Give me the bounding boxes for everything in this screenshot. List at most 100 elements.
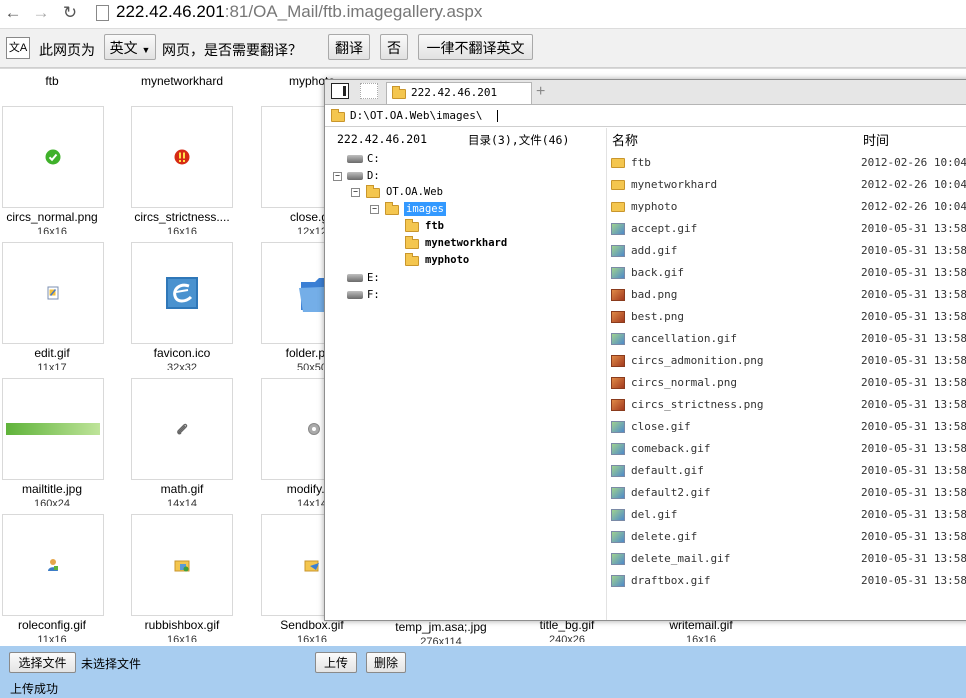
path-bar[interactable]: D:\OT.OA.Web\images\	[325, 106, 966, 127]
file-time: 2010-05-31 13:58:0	[861, 508, 966, 521]
gallery-label[interactable]: roleconfig.gif	[0, 618, 117, 632]
gallery-thumb[interactable]	[131, 514, 233, 616]
gallery-label[interactable]: rubbishbox.gif	[117, 618, 247, 632]
file-row[interactable]: ftb 2012-02-26 10:04:3	[610, 152, 966, 174]
file-row[interactable]: back.gif 2010-05-31 13:58:0	[610, 262, 966, 284]
file-name: mynetworkhard	[631, 178, 718, 191]
image-file-icon	[611, 223, 625, 235]
choose-file-button[interactable]: 选择文件	[9, 652, 76, 673]
file-row[interactable]: add.gif 2010-05-31 13:58:0	[610, 240, 966, 262]
gallery-thumb[interactable]	[2, 242, 104, 344]
gallery-thumb[interactable]	[2, 106, 104, 208]
file-row[interactable]: bad.png 2010-05-31 13:58:0	[610, 284, 966, 306]
tree-node-mynetworkhard[interactable]: mynetworkhard	[405, 235, 535, 251]
file-row[interactable]: close.gif 2010-05-31 13:58:0	[610, 416, 966, 438]
collapse-toggle-icon[interactable]: −	[351, 188, 360, 197]
tree-node-myphoto[interactable]: myphoto	[405, 252, 515, 268]
collapse-toggle-icon[interactable]: −	[370, 205, 379, 214]
column-header-time[interactable]: 时间	[863, 130, 889, 149]
language-select[interactable]: 英文 ▼	[104, 34, 156, 60]
upload-button[interactable]: 上传	[315, 652, 357, 673]
no-button[interactable]: 否	[380, 34, 408, 60]
file-row[interactable]: circs_strictness.png 2010-05-31 13:58:0	[610, 394, 966, 416]
gallery-label[interactable]: ftb	[0, 74, 117, 88]
check-circle-icon	[45, 149, 61, 165]
file-time: 2010-05-31 13:58:0	[861, 464, 966, 477]
column-header-name[interactable]: 名称	[612, 130, 638, 149]
pane-divider[interactable]	[606, 128, 607, 620]
drive-icon	[347, 155, 363, 163]
file-row[interactable]: comeback.gif 2010-05-31 13:58:0	[610, 438, 966, 460]
image-file-icon	[611, 311, 625, 323]
forward-arrow-icon[interactable]: →	[31, 3, 51, 23]
tree-label: C:	[367, 153, 380, 165]
tree-node-ftb[interactable]: ftb	[405, 218, 515, 234]
gallery-label[interactable]: edit.gif	[0, 346, 117, 360]
file-row[interactable]: circs_admonition.png 2010-05-31 13:58:0	[610, 350, 966, 372]
gallery-thumb[interactable]	[2, 514, 104, 616]
file-row[interactable]: delete.gif 2010-05-31 13:58:0	[610, 526, 966, 548]
tree-label: mynetworkhard	[425, 237, 508, 249]
tree-node-otoaweb[interactable]: − OT.OA.Web	[351, 184, 481, 200]
language-select-value: 英文	[109, 40, 138, 56]
file-row[interactable]: mynetworkhard 2012-02-26 10:04:3	[610, 174, 966, 196]
tree-node-images[interactable]: − images	[370, 201, 500, 217]
gallery-dims: 16x16	[297, 634, 327, 642]
gallery-label[interactable]: temp_jm.asa;.jpg	[376, 620, 506, 634]
image-file-icon	[611, 443, 625, 455]
file-name: circs_strictness.png	[631, 398, 764, 411]
tab-remote-host[interactable]: 222.42.46.201	[386, 82, 532, 104]
gallery-label[interactable]: circs_normal.png	[0, 210, 117, 224]
file-row[interactable]: default2.gif 2010-05-31 13:58:0	[610, 482, 966, 504]
gallery-label[interactable]: circs_strictness....	[117, 210, 247, 224]
folder-icon	[611, 180, 625, 190]
tree-node-d[interactable]: − D:	[333, 168, 403, 184]
file-row[interactable]: cancellation.gif 2010-05-31 13:58:0	[610, 328, 966, 350]
file-row[interactable]: delete_mail.gif 2010-05-31 13:58:0	[610, 548, 966, 570]
image-file-icon	[611, 575, 625, 587]
mail-title-banner	[6, 423, 100, 435]
image-file-icon	[611, 333, 625, 345]
file-row[interactable]: circs_normal.png 2010-05-31 13:58:0	[610, 372, 966, 394]
delete-button[interactable]: 删除	[366, 652, 406, 673]
folder-icon	[405, 219, 419, 232]
gallery-label[interactable]: mailtitle.jpg	[0, 482, 117, 496]
file-time: 2010-05-31 13:58:0	[861, 486, 966, 499]
file-time: 2010-05-31 13:58:0	[861, 354, 966, 367]
file-row[interactable]: del.gif 2010-05-31 13:58:0	[610, 504, 966, 526]
gallery-thumb[interactable]	[131, 378, 233, 480]
gallery-label[interactable]: mynetworkhard	[117, 74, 247, 88]
file-name: myphoto	[631, 200, 678, 213]
gallery-thumb[interactable]	[131, 242, 233, 344]
file-name: cancellation.gif	[631, 332, 737, 345]
file-row[interactable]: draftbox.gif 2010-05-31 13:58:0	[610, 570, 966, 592]
tree-label: myphoto	[425, 254, 470, 266]
address-bar[interactable]: 222.42.46.201:81/OA_Mail/ftb.imagegaller…	[116, 2, 482, 22]
gallery-label[interactable]: math.gif	[117, 482, 247, 496]
translate-button[interactable]: 翻译	[328, 34, 370, 60]
url-path: :81/OA_Mail/ftb.imagegallery.aspx	[224, 2, 483, 21]
gallery-dims: 240x26	[548, 634, 586, 642]
folder-icon	[366, 185, 380, 198]
gallery-label[interactable]: favicon.ico	[117, 346, 247, 360]
panel-toggle-icon[interactable]	[331, 83, 349, 99]
add-tab-icon[interactable]: +	[536, 83, 545, 101]
file-row[interactable]: myphoto 2012-02-26 10:04:3	[610, 196, 966, 218]
file-row[interactable]: accept.gif 2010-05-31 13:58:0	[610, 218, 966, 240]
collapse-toggle-icon[interactable]: −	[333, 172, 342, 181]
file-name: default.gif	[631, 464, 704, 477]
file-name: back.gif	[631, 266, 684, 279]
back-arrow-icon[interactable]: ←	[3, 3, 23, 23]
file-name: best.png	[631, 310, 684, 323]
never-translate-button[interactable]: 一律不翻译英文	[418, 34, 533, 60]
file-row[interactable]: best.png 2010-05-31 13:58:0	[610, 306, 966, 328]
gallery-thumb[interactable]	[2, 378, 104, 480]
reload-icon[interactable]: ↻	[60, 3, 80, 23]
file-row[interactable]: default.gif 2010-05-31 13:58:0	[610, 460, 966, 482]
status-text: 上传成功	[10, 682, 59, 696]
gallery-thumb[interactable]	[131, 106, 233, 208]
file-time: 2010-05-31 13:58:0	[861, 552, 966, 565]
grid-view-icon[interactable]	[360, 83, 378, 99]
file-name: bad.png	[631, 288, 678, 301]
file-time: 2010-05-31 13:58:0	[861, 376, 966, 389]
